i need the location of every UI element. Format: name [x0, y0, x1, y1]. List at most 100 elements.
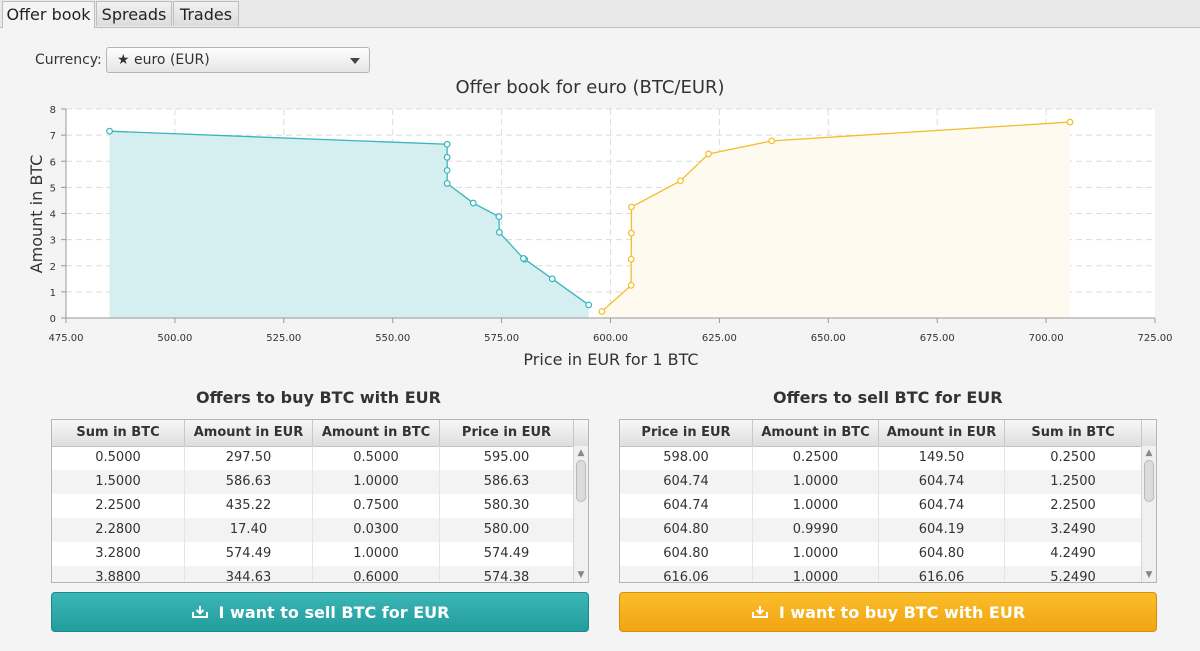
- table-cell: 2.2800: [52, 518, 185, 542]
- table-cell: 0.9990: [753, 518, 879, 542]
- table-cell: 2.2500: [1005, 494, 1142, 518]
- column-header[interactable]: Amount in BTC: [313, 420, 440, 446]
- buy-btc-button-label: I want to buy BTC with EUR: [778, 603, 1026, 622]
- data-point: [677, 177, 684, 185]
- table-cell: 604.74: [620, 470, 753, 494]
- data-point: [106, 127, 113, 135]
- y-tick-label: 4: [50, 210, 56, 221]
- y-tick-label: 5: [50, 183, 56, 194]
- table-cell: 1.2500: [1005, 470, 1142, 494]
- table-cell: 1.0000: [753, 566, 879, 582]
- data-point: [469, 199, 477, 207]
- x-tick-label: 700.00: [1029, 333, 1064, 344]
- buy-btc-button[interactable]: I want to buy BTC with EUR: [619, 592, 1157, 632]
- table-cell: 1.0000: [753, 542, 879, 566]
- table-row[interactable]: 0.5000 297.50 0.5000 595.00: [52, 446, 574, 470]
- table-row[interactable]: 2.2800 17.40 0.0300 580.00: [52, 518, 574, 542]
- table-row[interactable]: 604.74 1.0000 604.74 1.2500: [620, 470, 1142, 494]
- data-point: [548, 275, 556, 283]
- table-cell: 580.30: [440, 494, 574, 518]
- scroll-thumb[interactable]: [1144, 460, 1154, 502]
- sell-offers-header: Price in EUR Amount in BTC Amount in EUR…: [620, 420, 1156, 447]
- table-row[interactable]: 616.06 1.0000 616.06 5.2490: [620, 566, 1142, 582]
- data-point: [598, 308, 606, 315]
- table-cell: 595.00: [440, 446, 574, 470]
- chevron-up-icon[interactable]: ▲: [574, 446, 588, 460]
- x-tick-label: 550.00: [375, 333, 410, 344]
- x-tick-label: 525.00: [266, 333, 301, 344]
- table-cell: 586.63: [185, 470, 313, 494]
- table-row[interactable]: 598.00 0.2500 149.50 0.2500: [620, 446, 1142, 470]
- table-row[interactable]: 604.80 0.9990 604.19 3.2490: [620, 518, 1142, 542]
- chevron-down-icon[interactable]: ▼: [574, 568, 588, 582]
- data-point: [443, 166, 451, 174]
- table-row[interactable]: 604.80 1.0000 604.80 4.2490: [620, 542, 1142, 566]
- table-cell: 2.2500: [52, 494, 185, 518]
- scrollbar[interactable]: ▲ ▼: [1141, 446, 1156, 582]
- table-cell: 0.6000: [313, 566, 440, 582]
- chevron-down-icon[interactable]: ▼: [1142, 568, 1156, 582]
- table-cell: 604.74: [879, 470, 1005, 494]
- y-tick-label: 2: [50, 262, 56, 273]
- sell-offers-title: Offers to sell BTC for EUR: [773, 388, 1003, 407]
- sell-btc-button-label: I want to sell BTC for EUR: [218, 603, 450, 622]
- table-cell: 1.0000: [753, 470, 879, 494]
- data-point: [519, 255, 527, 262]
- column-header[interactable]: Price in EUR: [620, 420, 753, 446]
- x-axis-label: Price in EUR for 1 BTC: [523, 350, 698, 369]
- column-header[interactable]: Amount in BTC: [753, 420, 879, 446]
- table-cell: 1.0000: [753, 494, 879, 518]
- table-row[interactable]: 604.74 1.0000 604.74 2.2500: [620, 494, 1142, 518]
- table-cell: 17.40: [185, 518, 313, 542]
- scroll-thumb[interactable]: [576, 460, 586, 502]
- table-cell: 580.00: [440, 518, 574, 542]
- x-tick-label: 625.00: [702, 333, 737, 344]
- table-cell: 4.2490: [1005, 542, 1142, 566]
- table-row[interactable]: 3.8800 344.63 0.6000 574.38: [52, 566, 574, 582]
- data-point: [627, 255, 635, 263]
- table-cell: 0.2500: [753, 446, 879, 470]
- table-row[interactable]: 2.2500 435.22 0.7500 580.30: [52, 494, 574, 518]
- download-tray-icon: [751, 606, 768, 618]
- table-row[interactable]: 3.2800 574.49 1.0000 574.49: [52, 542, 574, 566]
- x-tick-label: 650.00: [811, 333, 846, 344]
- x-tick-label: 475.00: [49, 333, 84, 344]
- column-header[interactable]: Amount in EUR: [879, 420, 1005, 446]
- data-point: [628, 203, 635, 211]
- sell-btc-button[interactable]: I want to sell BTC for EUR: [51, 592, 589, 632]
- table-cell: 598.00: [620, 446, 753, 470]
- table-cell: 574.49: [440, 542, 574, 566]
- x-tick-label: 600.00: [593, 333, 628, 344]
- table-row[interactable]: 1.5000 586.63 1.0000 586.63: [52, 470, 574, 494]
- column-header[interactable]: Price in EUR: [440, 420, 574, 446]
- buy-offers-table[interactable]: Sum in BTC Amount in EUR Amount in BTC P…: [51, 419, 589, 583]
- y-tick-label: 0: [50, 314, 56, 325]
- sell-offers-table[interactable]: Price in EUR Amount in BTC Amount in EUR…: [619, 419, 1157, 583]
- y-tick-label: 1: [50, 288, 56, 299]
- table-cell: 0.2500: [1005, 446, 1142, 470]
- table-cell: 604.80: [620, 518, 753, 542]
- table-cell: 604.74: [620, 494, 753, 518]
- table-cell: 604.80: [620, 542, 753, 566]
- table-cell: 149.50: [879, 446, 1005, 470]
- table-cell: 586.63: [440, 470, 574, 494]
- table-cell: 574.49: [185, 542, 313, 566]
- table-cell: 616.06: [879, 566, 1005, 582]
- data-point: [585, 301, 593, 309]
- data-point: [768, 137, 776, 145]
- table-cell: 1.0000: [313, 470, 440, 494]
- table-cell: 1.0000: [313, 542, 440, 566]
- table-cell: 297.50: [185, 446, 313, 470]
- x-tick-label: 725.00: [1138, 333, 1173, 344]
- column-header[interactable]: Sum in BTC: [52, 420, 185, 446]
- table-cell: 604.19: [879, 518, 1005, 542]
- table-cell: 3.8800: [52, 566, 185, 582]
- column-header[interactable]: Sum in BTC: [1005, 420, 1142, 446]
- chevron-up-icon[interactable]: ▲: [1142, 446, 1156, 460]
- y-tick-label: 3: [50, 236, 56, 247]
- data-point: [705, 150, 712, 158]
- buy-offers-header: Sum in BTC Amount in EUR Amount in BTC P…: [52, 420, 588, 447]
- scrollbar[interactable]: ▲ ▼: [573, 446, 588, 582]
- column-header[interactable]: Amount in EUR: [185, 420, 313, 446]
- table-cell: 344.63: [185, 566, 313, 582]
